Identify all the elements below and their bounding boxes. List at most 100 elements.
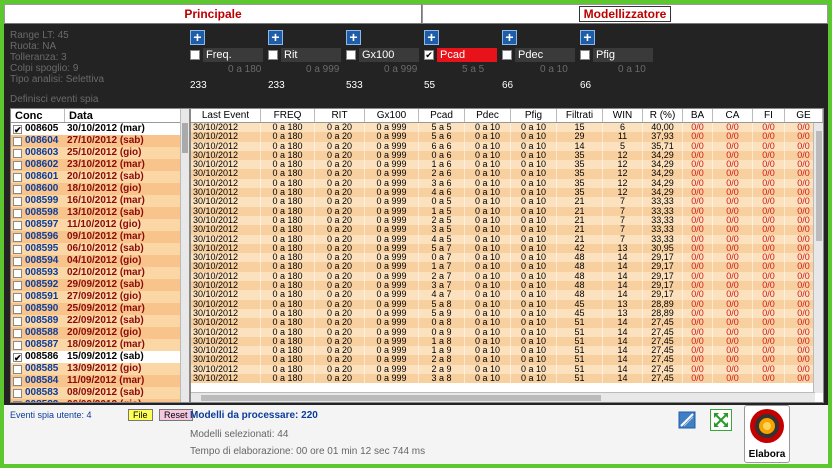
conc-row[interactable]: 008596 09/10/2012 (mar) [11,231,189,243]
conc-row[interactable]: 008595 06/10/2012 (sab) [11,243,189,255]
grid-vertical-scrollbar[interactable] [813,123,823,393]
conc-row[interactable]: 008592 29/09/2012 (sab) [11,279,189,291]
conc-row[interactable]: 008600 18/10/2012 (gio) [11,183,189,195]
conc-checkbox[interactable] [13,148,22,158]
conc-checkbox[interactable]: ✔ [13,352,22,362]
grid-header-0[interactable]: Last Event [191,109,261,122]
grid-row[interactable]: 30/10/2012 0 a 180 0 a 20 0 a 999 3 a 60 a 1… [191,178,823,189]
grid-row[interactable]: 30/10/2012 0 a 180 0 a 20 0 a 999 5 a 70 a 1… [191,243,823,254]
conc-scroll-thumb[interactable] [182,123,188,153]
filter-name[interactable]: Rit [281,48,341,62]
grid-row[interactable]: 30/10/2012 0 a 180 0 a 20 0 a 999 2 a 80 a 1… [191,355,823,365]
conc-checkbox[interactable] [13,280,22,290]
conc-row[interactable]: 008590 25/09/2012 (mar) [11,303,189,315]
conc-row[interactable]: ✔ 008605 30/10/2012 (mar) [11,123,189,135]
grid-row[interactable]: 30/10/2012 0 a 180 0 a 20 0 a 999 0 a 90 a 1… [191,327,823,337]
conc-row[interactable]: 008594 04/10/2012 (gio) [11,255,189,267]
conc-checkbox[interactable] [13,340,22,350]
grid-row[interactable]: 30/10/2012 0 a 180 0 a 20 0 a 999 1 a 80 a 1… [191,336,823,347]
conc-row[interactable]: 008599 16/10/2012 (mar) [11,195,189,207]
grid-row[interactable]: 30/10/2012 0 a 180 0 a 20 0 a 999 6 a 60 a 1… [191,141,823,151]
add-filter-icon[interactable]: + [580,30,595,45]
conc-checkbox[interactable] [13,256,22,266]
grid-header-13[interactable]: GE [785,109,823,122]
grid-row[interactable]: 30/10/2012 0 a 180 0 a 20 0 a 999 5 a 50 a 1… [191,123,823,133]
grid-row[interactable]: 30/10/2012 0 a 180 0 a 20 0 a 999 1 a 70 a 1… [191,262,823,272]
tab-modellizzatore[interactable]: Modellizzatore [422,4,828,24]
conc-checkbox[interactable] [13,304,22,314]
conc-row[interactable]: 008602 23/10/2012 (mar) [11,159,189,171]
grid-row[interactable]: 30/10/2012 0 a 180 0 a 20 0 a 999 3 a 70 a 1… [191,281,823,291]
add-filter-icon[interactable]: + [424,30,439,45]
conc-row[interactable]: 008588 20/09/2012 (gio) [11,327,189,339]
conc-row[interactable]: 008597 11/10/2012 (gio) [11,219,189,231]
conc-row[interactable]: 008591 27/09/2012 (gio) [11,291,189,303]
add-filter-icon[interactable]: + [502,30,517,45]
conc-checkbox[interactable] [13,268,22,278]
filter-name[interactable]: Pfig [593,48,653,62]
grid-header-4[interactable]: Pcad [419,109,465,122]
filter-checkbox[interactable] [190,50,200,60]
grid-header-7[interactable]: Filtrati [557,109,603,122]
conc-checkbox[interactable] [13,328,22,338]
conc-checkbox[interactable] [13,136,22,146]
conc-row[interactable]: 008589 22/09/2012 (sab) [11,315,189,327]
grid-header-6[interactable]: Pfig [511,109,557,122]
conc-checkbox[interactable] [13,160,22,170]
conc-checkbox[interactable] [13,220,22,230]
grid-row[interactable]: 30/10/2012 0 a 180 0 a 20 0 a 999 5 a 80 a 1… [191,299,823,309]
grid-row[interactable]: 30/10/2012 0 a 180 0 a 20 0 a 999 2 a 90 a 1… [191,364,823,375]
filter-checkbox[interactable] [502,50,512,60]
conc-list-scrollbar[interactable] [180,109,189,402]
conc-row[interactable]: 008584 11/09/2012 (mar) [11,375,189,387]
conc-checkbox[interactable] [13,316,22,326]
conc-checkbox[interactable] [13,388,22,398]
conc-row[interactable]: ✔ 008586 15/09/2012 (sab) [11,351,189,363]
conc-row[interactable]: 008585 13/09/2012 (gio) [11,363,189,375]
conc-checkbox[interactable] [13,208,22,218]
grid-vscroll-thumb[interactable] [816,131,822,241]
tab-principale[interactable]: Principale [4,4,422,24]
filter-name[interactable]: Gx100 [359,48,419,62]
grid-row[interactable]: 30/10/2012 0 a 180 0 a 20 0 a 999 0 a 50 a 1… [191,197,823,207]
file-button[interactable]: File [128,409,153,421]
grid-hscroll-thumb[interactable] [201,395,601,401]
conc-checkbox[interactable] [13,364,22,374]
grid-row[interactable]: 30/10/2012 0 a 180 0 a 20 0 a 999 1 a 50 a 1… [191,206,823,216]
grid-row[interactable]: 30/10/2012 0 a 180 0 a 20 0 a 999 4 a 70 a 1… [191,290,823,300]
grid-row[interactable]: 30/10/2012 0 a 180 0 a 20 0 a 999 1 a 90 a 1… [191,346,823,356]
grid-row[interactable]: 30/10/2012 0 a 180 0 a 20 0 a 999 1 a 60 a 1… [191,160,823,170]
conc-row[interactable]: 008603 25/10/2012 (gio) [11,147,189,159]
grid-row[interactable]: 30/10/2012 0 a 180 0 a 20 0 a 999 2 a 70 a 1… [191,271,823,282]
grid-row[interactable]: 30/10/2012 0 a 180 0 a 20 0 a 999 4 a 60 a 1… [191,188,823,198]
grid-row[interactable]: 30/10/2012 0 a 180 0 a 20 0 a 999 2 a 50 a 1… [191,215,823,226]
conc-row[interactable]: 008582 06/09/2012 (gio) [11,399,189,402]
grid-header-5[interactable]: Pdec [465,109,511,122]
grid-row[interactable]: 30/10/2012 0 a 180 0 a 20 0 a 999 4 a 50 a 1… [191,234,823,244]
grid-horizontal-scrollbar[interactable] [191,392,815,402]
conc-checkbox[interactable] [13,172,22,182]
filter-name[interactable]: Pcad [437,48,497,62]
grid-header-12[interactable]: FI [753,109,785,122]
conc-checkbox[interactable] [13,232,22,242]
conc-row[interactable]: 008598 13/10/2012 (sab) [11,207,189,219]
grid-row[interactable]: 30/10/2012 0 a 180 0 a 20 0 a 999 5 a 90 a 1… [191,308,823,319]
conc-checkbox[interactable] [13,400,22,402]
conc-row[interactable]: 008587 18/09/2012 (mar) [11,339,189,351]
grid-header-3[interactable]: Gx100 [365,109,419,122]
filter-checkbox[interactable]: ✔ [424,50,434,60]
filter-name[interactable]: Pdec [515,48,575,62]
filter-checkbox[interactable] [580,50,590,60]
settings-tool-button[interactable] [676,409,698,431]
grid-row[interactable]: 30/10/2012 0 a 180 0 a 20 0 a 999 3 a 80 a 1… [191,374,823,384]
conc-checkbox[interactable] [13,292,22,302]
add-filter-icon[interactable]: + [268,30,283,45]
reset-button[interactable]: Reset [159,409,193,421]
conc-row[interactable]: 008604 27/10/2012 (sab) [11,135,189,147]
grid-row[interactable]: 30/10/2012 0 a 180 0 a 20 0 a 999 3 a 50 a 1… [191,225,823,235]
conc-row[interactable]: 008583 08/09/2012 (sab) [11,387,189,399]
filter-checkbox[interactable] [346,50,356,60]
filter-name[interactable]: Freq. [203,48,263,62]
grid-header-10[interactable]: BA [683,109,713,122]
grid-header-1[interactable]: FREQ [261,109,315,122]
